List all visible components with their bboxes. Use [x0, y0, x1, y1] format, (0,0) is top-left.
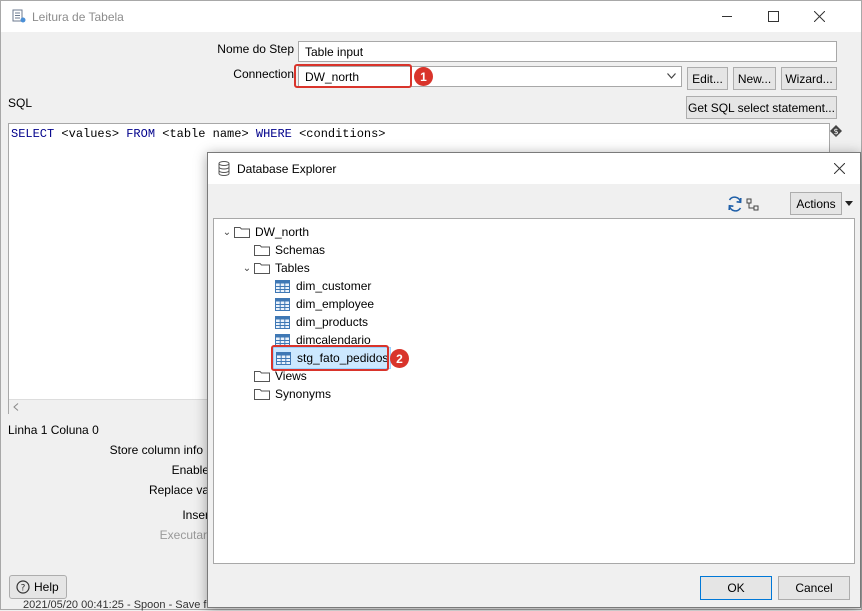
- maximize-button[interactable]: [750, 1, 796, 32]
- table-input-icon: [12, 9, 26, 23]
- tree-node-table[interactable]: dim_employee: [275, 295, 374, 313]
- window-titlebar: Leitura de Tabela: [1, 1, 861, 32]
- store-column-info-label: Store column info i: [109, 443, 209, 457]
- connection-highlight: [294, 64, 412, 88]
- tree-label-table: dim_employee: [296, 297, 375, 311]
- scroll-left-icon: [13, 403, 19, 411]
- tree-label-schemas: Schemas: [275, 243, 326, 257]
- tree-node-connection[interactable]: ⌄ DW_north: [220, 223, 309, 241]
- annotation-badge-2: 2: [390, 349, 409, 368]
- cursor-position-label: Linha 1 Coluna 0: [8, 423, 99, 437]
- table-icon: [275, 279, 290, 293]
- window-title: Leitura de Tabela: [32, 10, 124, 24]
- help-icon: ?: [16, 580, 30, 594]
- edit-connection-button[interactable]: Edit...: [687, 67, 728, 90]
- refresh-icon[interactable]: [726, 195, 744, 213]
- sql-label: SQL: [8, 96, 33, 110]
- table-icon: [275, 315, 290, 329]
- expand-tree-icon[interactable]: [746, 198, 760, 212]
- wizard-button[interactable]: Wizard...: [781, 67, 837, 90]
- tree-node-table[interactable]: dim_customer: [275, 277, 371, 295]
- tree-label-table: dim_customer: [296, 279, 372, 293]
- step-name-field[interactable]: Table input: [298, 41, 837, 62]
- connection-label: Connection: [233, 67, 294, 81]
- svg-text:$: $: [833, 127, 838, 136]
- table-icon: [275, 297, 290, 311]
- folder-icon: [254, 263, 270, 274]
- sql-keyword-where: WHERE: [255, 127, 292, 141]
- sql-horizontal-scrollbar[interactable]: [9, 399, 209, 414]
- tree-label-views: Views: [275, 369, 307, 383]
- help-button[interactable]: ? Help: [9, 575, 67, 599]
- actions-dropdown-icon[interactable]: [845, 201, 853, 206]
- sql-table-placeholder: <table name>: [155, 127, 256, 141]
- close-icon: [813, 11, 825, 22]
- database-explorer-dialog: Database Explorer Actions ⌄ DW_north Sch…: [207, 152, 861, 608]
- dialog-titlebar: Database Explorer: [208, 153, 860, 184]
- new-connection-button[interactable]: New...: [733, 67, 776, 90]
- sql-variable-icon[interactable]: $: [830, 125, 842, 137]
- tree-node-synonyms[interactable]: Synonyms: [240, 385, 331, 403]
- tree-label-connection: DW_north: [255, 225, 310, 239]
- folder-icon: [254, 371, 270, 382]
- sql-keyword-select: SELECT: [11, 127, 55, 141]
- minimize-icon: [721, 16, 732, 17]
- chevron-down-icon: [667, 73, 676, 79]
- database-tree: ⌄ DW_north Schemas ⌄ Tables dim_customer…: [213, 218, 855, 564]
- enable-lazy-conversion-label: Enable: [171, 463, 209, 477]
- sql-text: SELECT <values> FROM <table name> WHERE …: [11, 127, 386, 141]
- step-name-label: Nome do Step: [217, 42, 294, 56]
- chevron-down-icon[interactable]: ⌄: [220, 227, 234, 238]
- annotation-badge-1: 1: [414, 67, 433, 86]
- sql-values-placeholder: <values>: [54, 127, 127, 141]
- sql-keyword-from: FROM: [126, 127, 156, 141]
- tree-node-tables[interactable]: ⌄ Tables: [240, 259, 310, 277]
- minimize-button[interactable]: [704, 1, 750, 32]
- tree-node-table[interactable]: dim_products: [275, 313, 368, 331]
- insert-data-label: Inser: [182, 508, 209, 522]
- actions-button[interactable]: Actions: [790, 192, 842, 215]
- execute-each-row-label: Executar: [159, 528, 207, 542]
- maximize-icon: [767, 11, 779, 22]
- cancel-button[interactable]: Cancel: [778, 576, 850, 600]
- dialog-close-button[interactable]: [816, 153, 862, 184]
- close-icon: [833, 163, 845, 174]
- folder-icon: [234, 227, 250, 238]
- tree-label-tables: Tables: [275, 261, 310, 275]
- replace-variables-label: Replace va: [148, 483, 209, 497]
- tree-label-synonyms: Synonyms: [275, 387, 332, 401]
- folder-icon: [254, 389, 270, 400]
- chevron-down-icon[interactable]: ⌄: [240, 263, 254, 274]
- svg-text:?: ?: [21, 584, 26, 594]
- help-label: Help: [34, 580, 59, 594]
- tree-node-views[interactable]: Views: [240, 367, 307, 385]
- dialog-title: Database Explorer: [237, 162, 337, 176]
- folder-icon: [254, 245, 270, 256]
- close-button[interactable]: [796, 1, 842, 32]
- tree-label-table: dim_products: [296, 315, 369, 329]
- database-icon: [218, 161, 230, 176]
- get-sql-button[interactable]: Get SQL select statement...: [686, 96, 837, 119]
- ok-button[interactable]: OK: [700, 576, 772, 600]
- tree-node-schemas[interactable]: Schemas: [240, 241, 325, 259]
- sql-conditions-placeholder: <conditions>: [291, 127, 386, 141]
